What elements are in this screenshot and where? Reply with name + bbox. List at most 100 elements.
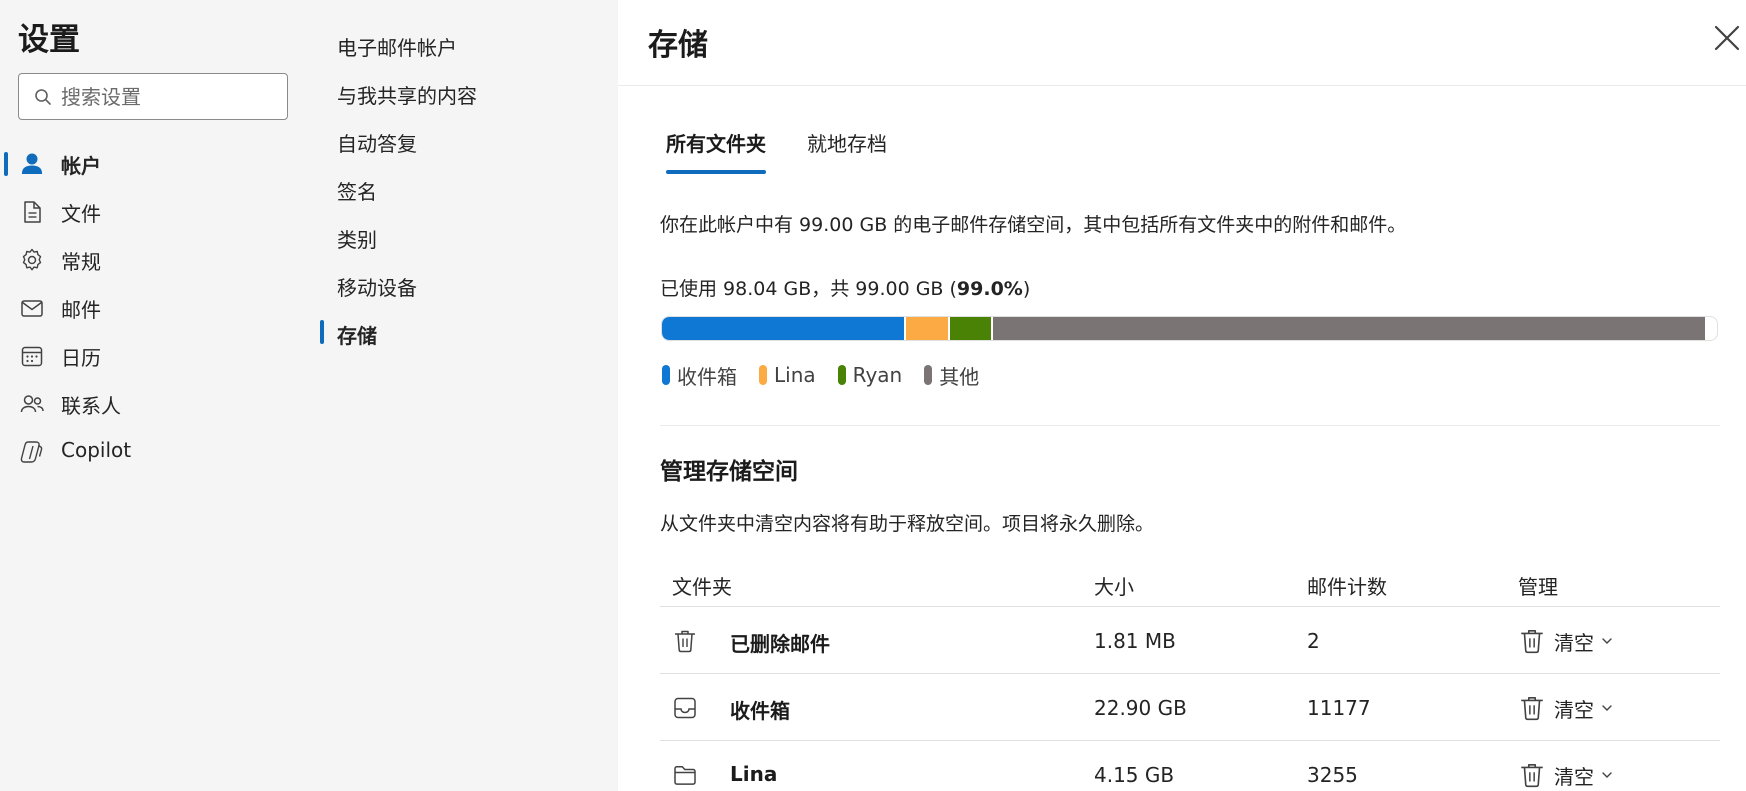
subnav-item-label: 移动设备 bbox=[337, 276, 417, 300]
storage-segment-3 bbox=[950, 317, 993, 340]
nav-item-label: 邮件 bbox=[61, 298, 101, 322]
storage-segment-4 bbox=[992, 317, 1707, 340]
tab-label: 所有文件夹 bbox=[666, 132, 766, 156]
folder-icon bbox=[674, 765, 696, 785]
divider bbox=[660, 425, 1720, 426]
folder-count: 3255 bbox=[1307, 763, 1358, 787]
gear-icon bbox=[22, 248, 42, 271]
column-header-size: 大小 bbox=[1094, 575, 1134, 599]
nav-item-label: 日历 bbox=[61, 346, 101, 370]
subnav-item-label: 与我共享的内容 bbox=[337, 84, 477, 108]
active-indicator bbox=[320, 320, 324, 344]
mail-icon bbox=[21, 300, 43, 317]
chevron-down-icon bbox=[1602, 638, 1612, 644]
inbox-icon bbox=[674, 697, 696, 719]
folder-count: 2 bbox=[1307, 629, 1320, 653]
folder-name: 已删除邮件 bbox=[730, 632, 830, 656]
folder-size: 4.15 GB bbox=[1094, 763, 1175, 787]
manage-storage-title: 管理存储空间 bbox=[660, 459, 798, 485]
legend-swatch bbox=[924, 365, 933, 385]
legend-item: 收件箱 bbox=[662, 362, 737, 389]
subnav-item-mobile-devices[interactable]: 移动设备 bbox=[318, 264, 618, 304]
folder-name: Lina bbox=[730, 762, 778, 786]
empty-label: 清空 bbox=[1554, 630, 1594, 655]
close-icon[interactable] bbox=[1711, 22, 1743, 54]
empty-folder-button[interactable]: 清空 bbox=[1518, 624, 1614, 658]
page-title: 存储 bbox=[648, 28, 708, 63]
legend-swatch bbox=[837, 365, 846, 385]
legend-label: 收件箱 bbox=[677, 364, 737, 389]
subnav-item-label: 存储 bbox=[337, 324, 377, 348]
subnav-item-shared-with-me[interactable]: 与我共享的内容 bbox=[318, 72, 618, 112]
tab-in-place-archive[interactable]: 就地存档 bbox=[807, 128, 887, 174]
folder-count: 11177 bbox=[1307, 696, 1371, 720]
nav-item-label: 文件 bbox=[61, 202, 101, 226]
nav-item-label: 联系人 bbox=[61, 394, 121, 418]
search-input[interactable] bbox=[61, 83, 276, 111]
document-icon bbox=[24, 201, 41, 223]
person-icon bbox=[22, 153, 42, 174]
manage-storage-description: 从文件夹中清空内容将有助于释放空间。项目将永久删除。 bbox=[660, 513, 1155, 535]
subnav-item-label: 电子邮件帐户 bbox=[337, 36, 457, 60]
legend-label: 其他 bbox=[939, 364, 980, 389]
tab-underline bbox=[666, 170, 766, 174]
legend-item: Ryan bbox=[837, 362, 903, 388]
copilot-icon bbox=[20, 441, 43, 463]
nav-item-label: 常规 bbox=[61, 250, 101, 274]
legend-swatch bbox=[662, 365, 670, 385]
settings-title: 设置 bbox=[18, 22, 80, 58]
people-icon bbox=[20, 395, 44, 413]
search-icon bbox=[35, 89, 51, 105]
storage-description: 你在此帐户中有 99.00 GB 的电子邮件存储空间，其中包括所有文件夹中的附件… bbox=[660, 214, 1407, 236]
chevron-down-icon bbox=[1602, 772, 1612, 778]
subnav-item-categories[interactable]: 类别 bbox=[318, 216, 618, 256]
nav-item-contacts[interactable]: 联系人 bbox=[0, 381, 318, 425]
table-row: Lina 4.15 GB 3255 清空 bbox=[660, 741, 1720, 791]
empty-label: 清空 bbox=[1554, 697, 1594, 722]
subnav-item-label: 类别 bbox=[337, 228, 377, 252]
nav-item-account[interactable]: 帐户 bbox=[0, 141, 318, 185]
nav-item-label: Copilot bbox=[61, 438, 132, 462]
legend-swatch bbox=[759, 365, 767, 385]
legend-label: Ryan bbox=[852, 363, 903, 387]
search-box[interactable] bbox=[18, 73, 288, 120]
folder-size: 1.81 MB bbox=[1094, 629, 1176, 653]
storage-bar bbox=[661, 316, 1718, 341]
nav-item-copilot[interactable]: Copilot bbox=[0, 429, 318, 473]
table-row: 已删除邮件 1.81 MB 2 清空 bbox=[660, 607, 1720, 674]
nav-item-label: 帐户 bbox=[61, 154, 101, 178]
trash-icon bbox=[1521, 763, 1543, 788]
tab-all-folders[interactable]: 所有文件夹 bbox=[666, 128, 766, 174]
calendar-icon bbox=[21, 346, 43, 367]
settings-nav: 设置 帐户 文件 常规 邮件 日历 联系人 Copilot bbox=[0, 0, 318, 791]
folder-name: 收件箱 bbox=[730, 699, 790, 723]
storage-usage-text: 已使用 98.04 GB，共 99.00 GB (99.0%) bbox=[660, 274, 1030, 301]
active-indicator bbox=[4, 152, 8, 176]
nav-item-calendar[interactable]: 日历 bbox=[0, 333, 318, 377]
column-header-manage: 管理 bbox=[1518, 575, 1558, 599]
storage-segment-1 bbox=[662, 317, 907, 340]
usage-prefix: 已使用 98.04 GB，共 99.00 GB ( bbox=[660, 278, 957, 300]
storage-legend: 收件箱 Lina Ryan 其他 bbox=[662, 362, 1001, 389]
nav-item-files[interactable]: 文件 bbox=[0, 189, 318, 233]
trash-icon bbox=[675, 630, 695, 653]
subnav-item-auto-reply[interactable]: 自动答复 bbox=[318, 120, 618, 160]
table-row: 收件箱 22.90 GB 11177 清空 bbox=[660, 674, 1720, 741]
storage-panel: 存储 所有文件夹 就地存档 你在此帐户中有 99.00 GB 的电子邮件存储空间… bbox=[618, 0, 1746, 791]
usage-suffix: ) bbox=[1022, 278, 1031, 300]
subnav-item-storage[interactable]: 存储 bbox=[318, 312, 618, 352]
folder-size: 22.90 GB bbox=[1094, 696, 1187, 720]
empty-folder-button[interactable]: 清空 bbox=[1518, 758, 1614, 791]
table-header: 文件夹 大小 邮件计数 管理 bbox=[660, 566, 1720, 607]
subnav-item-email-accounts[interactable]: 电子邮件帐户 bbox=[318, 24, 618, 64]
subnav-item-label: 签名 bbox=[337, 180, 377, 204]
empty-folder-button[interactable]: 清空 bbox=[1518, 691, 1614, 725]
legend-label: Lina bbox=[774, 363, 816, 387]
empty-label: 清空 bbox=[1554, 764, 1594, 789]
trash-icon bbox=[1521, 696, 1543, 721]
subnav-item-signature[interactable]: 签名 bbox=[318, 168, 618, 208]
nav-item-general[interactable]: 常规 bbox=[0, 237, 318, 281]
nav-item-mail[interactable]: 邮件 bbox=[0, 285, 318, 329]
trash-icon bbox=[1521, 629, 1543, 654]
legend-item: 其他 bbox=[924, 362, 980, 389]
